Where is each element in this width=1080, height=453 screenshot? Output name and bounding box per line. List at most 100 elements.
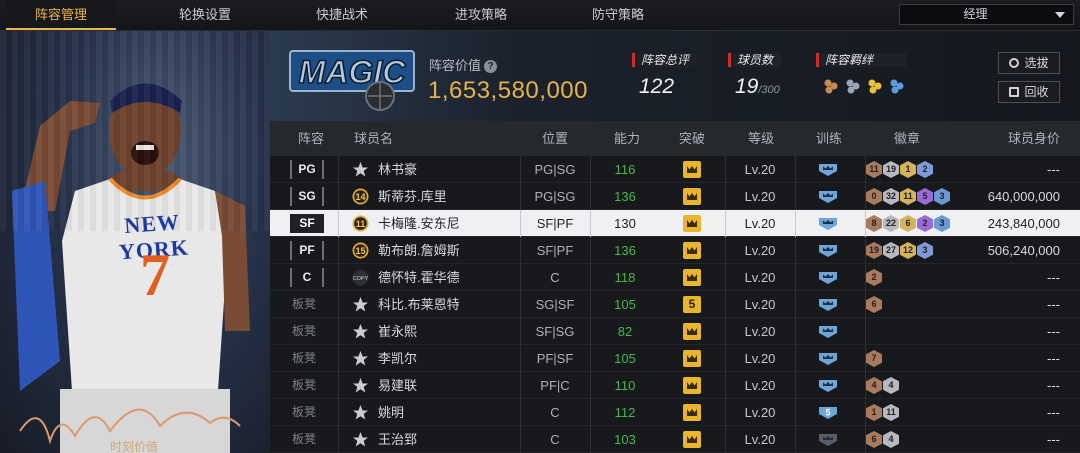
training-icon[interactable] [818,297,838,312]
breakthrough-badge[interactable] [683,188,701,205]
col-player-value[interactable]: 球员身价 [1008,121,1060,156]
training-icon[interactable] [818,324,838,339]
badge-list[interactable]: 0 32 11 5 3 [866,188,950,205]
table-row[interactable]: 板凳 易建联 PF|C 110 Lv.20 4 4 --- [270,372,1080,399]
col-level[interactable]: 等级 [748,121,774,156]
badge-list[interactable]: 8 22 6 2 3 [866,215,950,232]
tab-rotation-settings[interactable]: 轮换设置 [150,0,260,30]
game-roster-screen: 阵容管理 轮换设置 快捷战术 进攻策略 防守策略 经理 NEW YORK 7 时… [0,0,1080,453]
player-name[interactable]: 斯蒂芬.库里 [378,183,447,210]
table-row[interactable]: 板凳 李凯尔 PF|SF 105 Lv.20 7 --- [270,345,1080,372]
player-ability: 136 [614,243,636,258]
crown-icon [687,328,697,335]
badge-icon: 1 [866,404,882,421]
badge-list[interactable]: 44 [866,377,899,394]
badge-list[interactable]: 19 27 12 3 [866,242,933,259]
training-icon[interactable]: 5 [818,405,838,420]
badge-list[interactable]: 6 [866,296,882,313]
col-ability[interactable]: 能力 [614,121,640,156]
tab-defense-strategy[interactable]: 防守策略 [563,0,673,30]
column-divider [590,156,591,183]
player-position: SF|PF [536,216,574,231]
player-name[interactable]: 林书豪 [378,156,417,183]
column-divider [338,183,339,210]
recycle-button[interactable]: 回收 [998,81,1060,103]
table-row[interactable]: 板凳 崔永熙 SF|SG 82 Lv.20 --- [270,318,1080,345]
badge-icon: 8 [866,215,882,232]
player-name[interactable]: 李凯尔 [378,345,417,372]
col-training[interactable]: 训练 [816,121,842,156]
breakthrough-badge[interactable] [683,242,701,259]
training-icon[interactable] [818,351,838,366]
training-icon[interactable] [818,162,838,177]
player-count-label: 球员数 [728,53,782,67]
training-icon[interactable] [818,270,838,285]
col-player-name[interactable]: 球员名 [354,121,393,156]
select-players-button[interactable]: 选拔 [998,52,1060,74]
bond-group-icon [846,79,860,94]
breakthrough-badge[interactable] [683,404,701,421]
player-name[interactable]: 姚明 [378,399,404,426]
table-row[interactable]: SF 11 卡梅隆.安东尼 SF|PF 130 Lv.20 8 22 6 2 3 243,840,00… [270,210,1080,237]
player-level: Lv.20 [744,162,776,177]
table-row[interactable]: 板凳 姚明 C 112 Lv.20 5 1 11 --- [270,399,1080,426]
training-icon[interactable] [818,189,838,204]
player-card-art[interactable]: NEW YORK 7 时刻价值 [0,31,270,453]
crown-icon [687,382,697,389]
player-market-value: 243,840,000 [987,216,1060,231]
tab-offense-strategy[interactable]: 进攻策略 [426,0,536,30]
badge-icon: 19 [866,242,882,259]
training-icon[interactable] [818,432,838,447]
breakthrough-badge[interactable] [683,350,701,367]
table-row[interactable]: 板凳 科比.布莱恩特 SG|SF 105 5 Lv.20 6 --- [270,291,1080,318]
badge-list[interactable]: 2 [866,269,882,286]
training-icon[interactable] [818,378,838,393]
lineup-bond-stat: 阵容羁绊 [816,53,906,95]
col-position[interactable]: 位置 [542,121,568,156]
lineup-slot-tag: SF [290,214,324,233]
breakthrough-badge[interactable] [683,161,701,178]
column-divider [590,426,591,453]
table-row[interactable]: 板凳 王治郅 C 103 Lv.20 6 4 --- [270,426,1080,453]
breakthrough-badge[interactable] [683,431,701,448]
role-dropdown[interactable]: 经理 [899,4,1074,25]
player-level: Lv.20 [744,297,776,312]
player-name[interactable]: 崔永熙 [378,318,417,345]
help-icon[interactable]: ? [484,60,498,73]
tab-lineup-management[interactable]: 阵容管理 [6,0,116,30]
player-name[interactable]: 德怀特.霍华德 [378,264,460,291]
badge-list[interactable]: 1 11 [866,404,899,421]
bond-icons[interactable] [816,77,906,95]
tab-quick-tactics[interactable]: 快捷战术 [287,0,397,30]
breakthrough-badge[interactable] [683,215,701,232]
table-row[interactable]: SG 14 斯蒂芬.库里 PG|SG 136 Lv.20 0 32 11 5 3 640,000,00… [270,183,1080,210]
col-badges[interactable]: 徽章 [894,121,920,156]
badge-list[interactable]: 11 19 1 2 [866,161,933,178]
table-row[interactable]: PF 15 勒布朗.詹姆斯 SF|PF 136 Lv.20 19 27 12 3 506,240,0… [270,237,1080,264]
col-breakthrough[interactable]: 突破 [679,121,705,156]
badge-list[interactable]: 64 [866,431,899,448]
training-icon[interactable] [818,243,838,258]
table-row[interactable]: PG 林书豪 PG|SG 116 Lv.20 11 19 1 2 --- [270,156,1080,183]
player-position: SF|SG [535,324,575,339]
player-name[interactable]: 科比.布莱恩特 [378,291,460,318]
breakthrough-badge[interactable] [683,377,701,394]
team-header: MAGIC 阵容价值? 1,653,580,000 阵容总评 122 球员数 1… [270,31,1080,121]
player-name[interactable]: 卡梅隆.安东尼 [378,210,460,237]
player-count-stat: 球员数 19/300 [728,53,782,99]
badge-icon: 12 [900,242,916,259]
breakthrough-badge[interactable] [683,269,701,286]
badge-list[interactable]: 7 [866,350,882,367]
player-ability: 105 [614,297,636,312]
crown-icon [687,166,697,173]
training-icon[interactable] [818,216,838,231]
player-name[interactable]: 王治郅 [378,426,417,453]
breakthrough-badge[interactable] [683,323,701,340]
col-lineup[interactable]: 阵容 [298,121,324,156]
player-name[interactable]: 勒布朗.詹姆斯 [378,237,460,264]
breakthrough-badge[interactable]: 5 [683,296,701,313]
crown-icon [687,436,697,443]
crown-icon [687,274,697,281]
table-row[interactable]: C COPY 德怀特.霍华德 C 118 Lv.20 2 --- [270,264,1080,291]
player-name[interactable]: 易建联 [378,372,417,399]
